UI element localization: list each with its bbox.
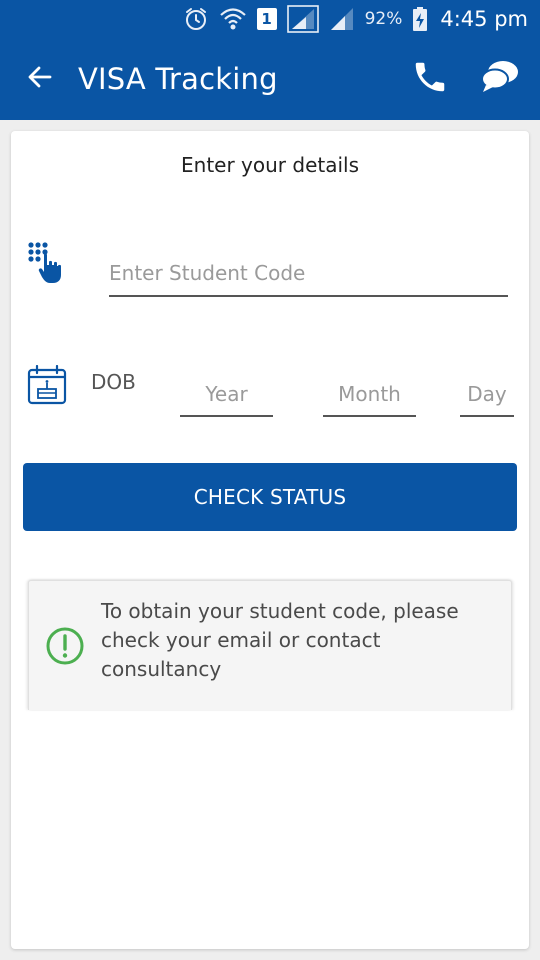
signal-icon	[329, 6, 355, 32]
month-input[interactable]	[323, 373, 416, 417]
calendar-cake-icon	[27, 364, 67, 405]
keypad-touch-icon	[27, 241, 67, 285]
chat-icon	[480, 59, 520, 99]
back-button[interactable]	[12, 51, 68, 107]
wifi-icon	[219, 6, 247, 32]
phone-icon	[411, 58, 449, 100]
battery-charging-icon	[412, 6, 428, 32]
check-status-button[interactable]: CHECK STATUS	[23, 463, 517, 531]
page-title: VISA Tracking	[78, 62, 278, 96]
form-heading: Enter your details	[181, 153, 359, 177]
details-card: Enter your details DOB CHECK STATUS	[11, 131, 529, 949]
sim-icon: 1	[256, 8, 277, 30]
app-bar: VISA Tracking	[0, 38, 540, 120]
signal-icon	[286, 5, 319, 33]
clock: 4:45 pm	[440, 7, 528, 31]
back-arrow-icon	[26, 63, 54, 95]
alarm-icon	[183, 6, 209, 32]
app-bar-actions	[404, 53, 526, 105]
status-bar: 1 92% 4:45 pm	[0, 0, 540, 38]
call-button[interactable]	[404, 53, 456, 105]
info-notice: To obtain your student code, please chec…	[28, 580, 512, 710]
day-input[interactable]	[460, 373, 514, 417]
chat-button[interactable]	[474, 53, 526, 105]
battery-percent: 92%	[364, 9, 403, 29]
year-input[interactable]	[180, 373, 273, 417]
dob-label: DOB	[91, 370, 136, 394]
student-code-input[interactable]	[109, 251, 508, 297]
info-text: To obtain your student code, please chec…	[101, 599, 459, 681]
exclamation-circle-icon	[45, 626, 85, 666]
